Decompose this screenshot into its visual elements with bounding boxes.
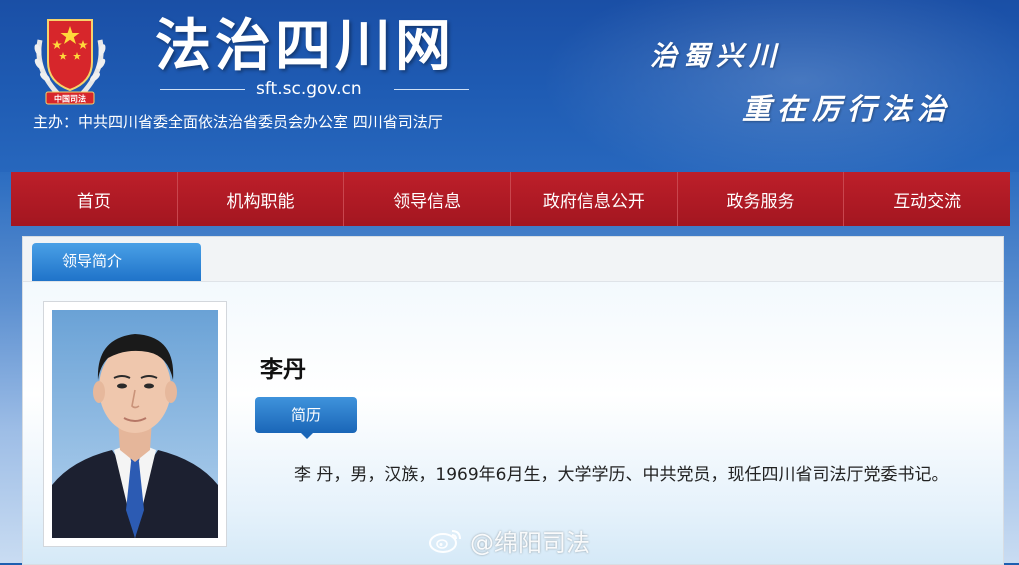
- site-title[interactable]: 法治四川网: [155, 14, 455, 78]
- slogan-line-1: 治蜀兴川: [650, 41, 782, 72]
- tab-bar: 领导简介: [23, 237, 1003, 282]
- portrait-frame: [43, 301, 227, 547]
- sponsor-text: 主办：中共四川省委全面依法治省委员会办公室 四川省司法厅: [33, 113, 443, 131]
- leader-portrait-image: [52, 310, 218, 538]
- weibo-icon: [429, 530, 461, 553]
- nav-item-government-services[interactable]: 政务服务: [676, 172, 844, 226]
- site-domain: sft.sc.gov.cn: [256, 79, 362, 99]
- watermark-text: @绵阳司法: [470, 528, 590, 557]
- domain-divider-left: [160, 89, 245, 90]
- nav-item-home[interactable]: 首页: [11, 172, 177, 226]
- leader-profile-panel: 领导简介 李丹 简历 李 丹，男，汉族，1969年6月生，大学学历、中共党员，现…: [22, 236, 1004, 565]
- leader-name: 李丹: [260, 357, 306, 383]
- slogan-line-2: 重在厉行法治: [742, 92, 953, 126]
- domain-divider-right: [394, 89, 469, 90]
- svg-text:中国司法: 中国司法: [54, 94, 86, 104]
- nav-item-institution-functions[interactable]: 机构职能: [176, 172, 344, 226]
- site-header: 中国司法 法治四川网 sft.sc.gov.cn 主办：中共四川省委全面依法治省…: [0, 0, 1019, 172]
- resume-button[interactable]: 简历: [255, 397, 357, 433]
- justice-emblem-logo[interactable]: 中国司法: [30, 10, 110, 106]
- nav-item-government-disclosure[interactable]: 政府信息公开: [510, 172, 677, 226]
- weibo-watermark: @绵阳司法: [428, 524, 590, 557]
- main-nav: 首页 机构职能 领导信息 政府信息公开 政务服务 互动交流: [11, 172, 1010, 226]
- nav-item-leadership-info[interactable]: 领导信息: [343, 172, 510, 226]
- leader-bio: 李 丹，男，汉族，1969年6月生，大学学历、中共党员，现任四川省司法厅党委书记…: [294, 465, 949, 485]
- nav-item-interaction[interactable]: 互动交流: [843, 172, 1010, 226]
- resume-pointer: [301, 433, 313, 439]
- tab-leader-profile[interactable]: 领导简介: [32, 243, 201, 281]
